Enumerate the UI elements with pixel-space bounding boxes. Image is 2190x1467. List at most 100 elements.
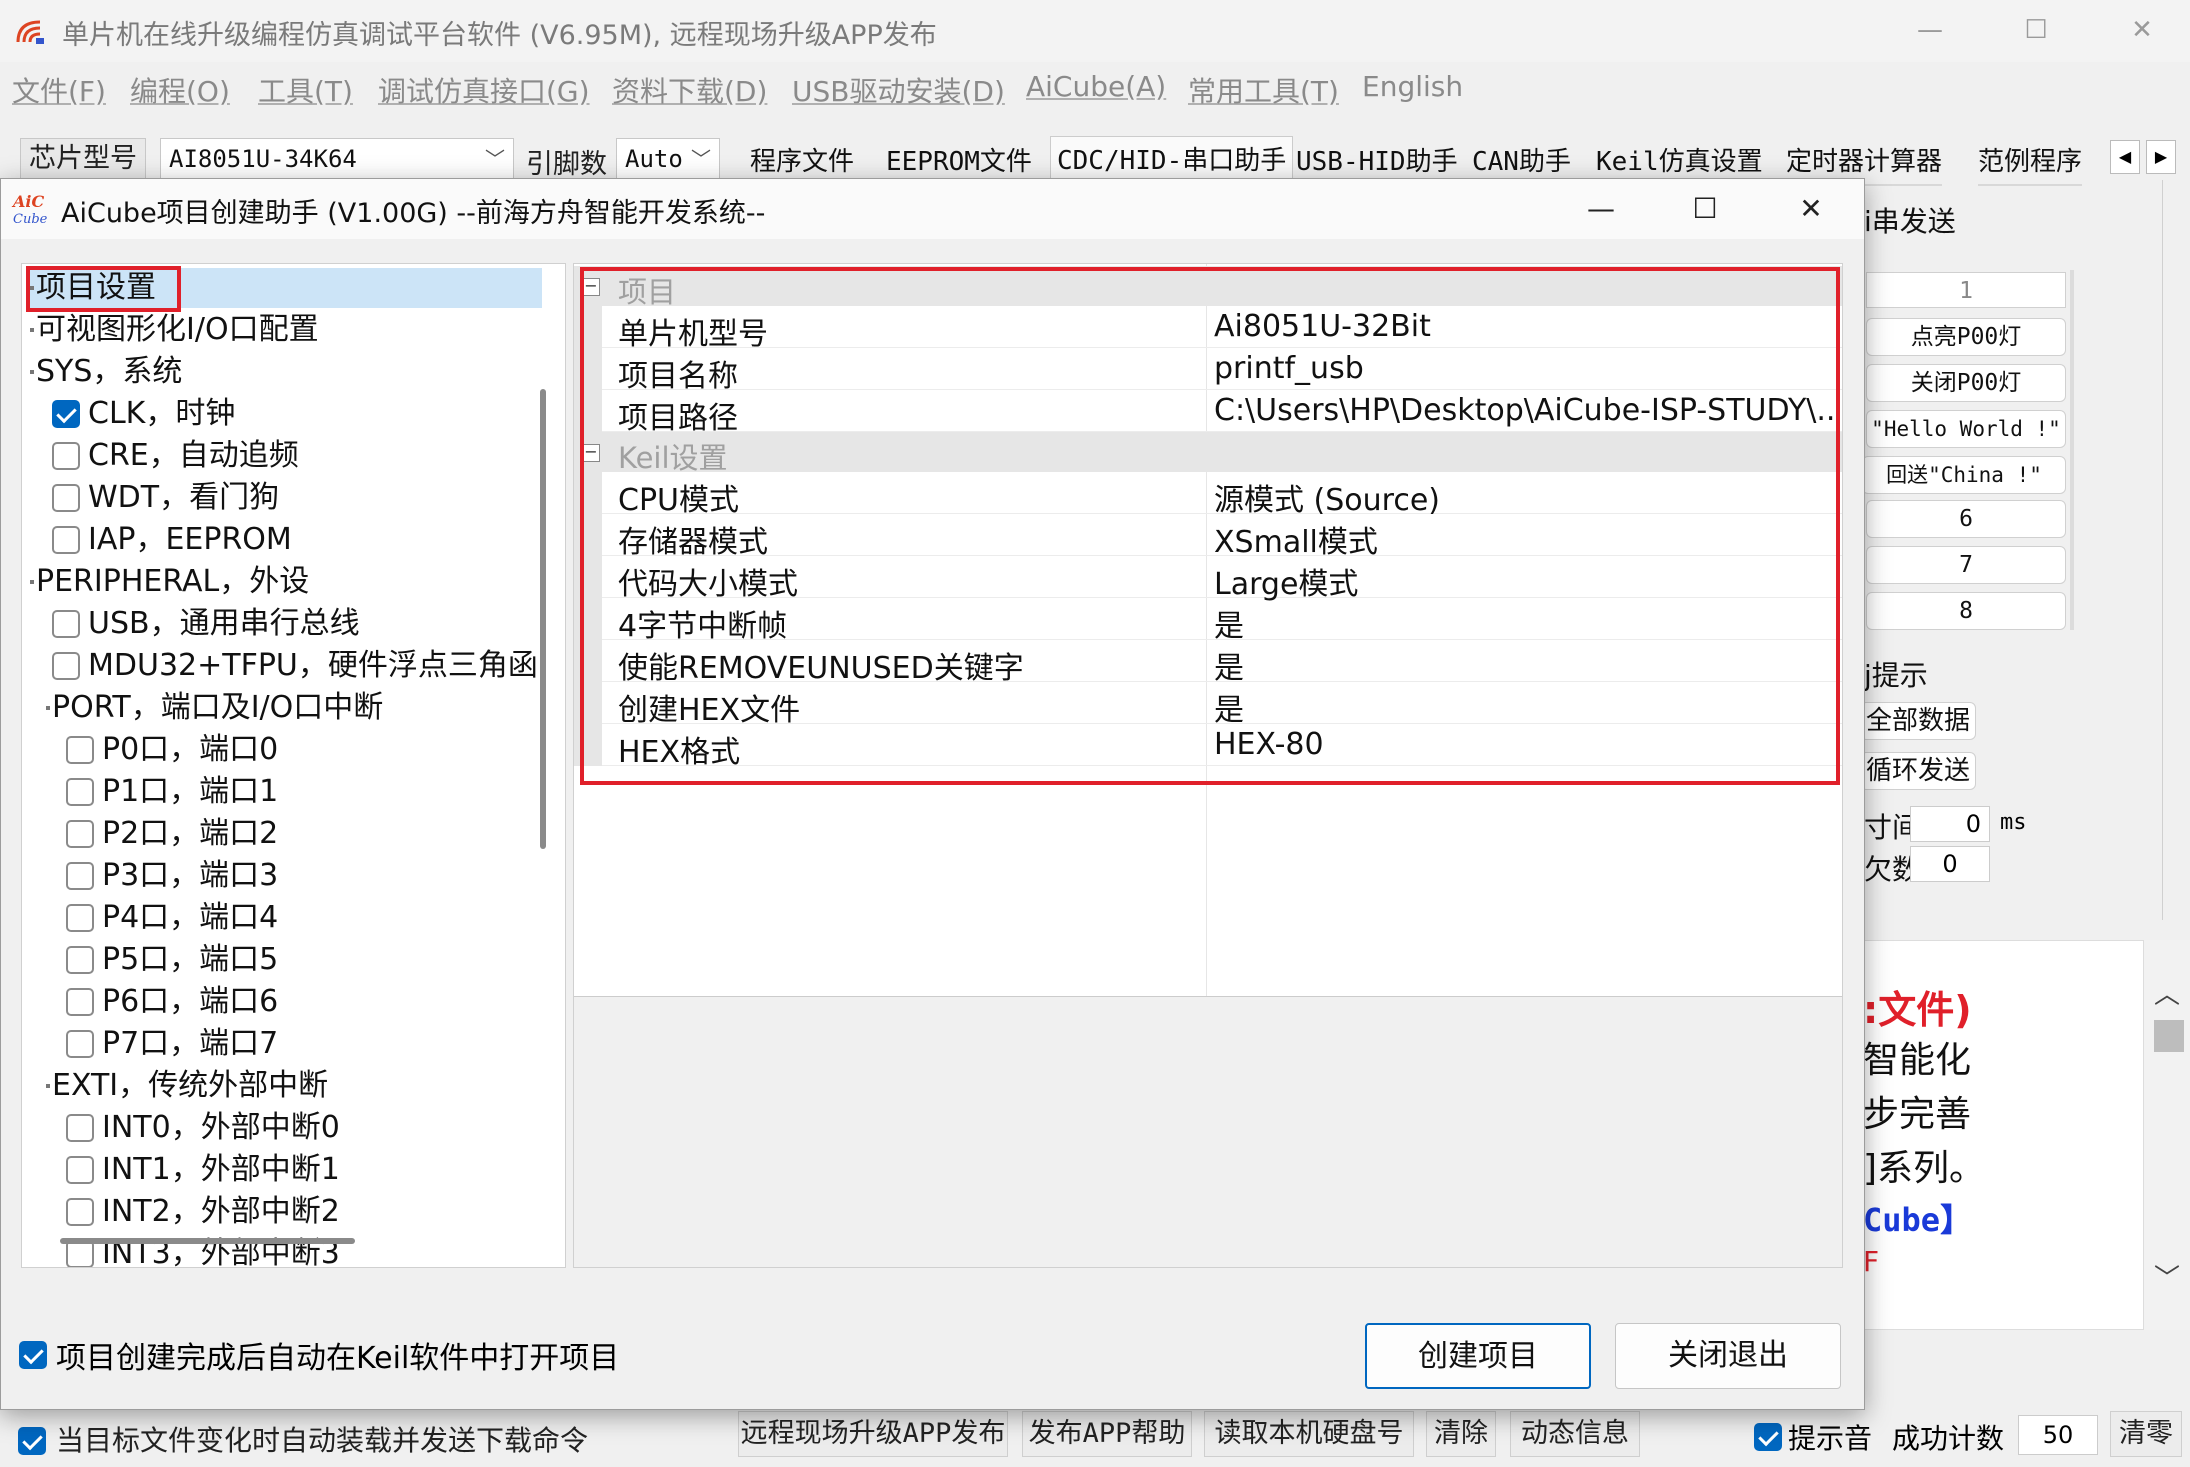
tree-item-checkbox[interactable]: [66, 736, 94, 764]
tree-item[interactable]: INT0，外部中断0: [22, 1108, 542, 1148]
pin-count-select[interactable]: Auto ﹀: [616, 138, 720, 180]
tree-item[interactable]: P3口，端口3: [22, 856, 542, 896]
tree-item-checkbox[interactable]: [52, 526, 80, 554]
tree-item[interactable]: CRE，自动追频: [22, 436, 542, 476]
property-category[interactable]: − 项目: [574, 266, 1842, 309]
tree-item-checkbox[interactable]: [52, 484, 80, 512]
tree-item-checkbox[interactable]: [52, 442, 80, 470]
menu-file[interactable]: 文件(F): [12, 70, 106, 110]
tree-item[interactable]: CLK，时钟: [22, 394, 542, 434]
property-row[interactable]: 单片机型号 Ai8051U-32Bit: [574, 306, 1842, 352]
send-button-2[interactable]: 点亮P00灯: [1866, 318, 2066, 356]
tree-vertical-scrollbar[interactable]: [540, 389, 546, 849]
tree-item-checkbox[interactable]: [66, 1156, 94, 1184]
property-row[interactable]: 4字节中断帧 是: [574, 598, 1842, 644]
property-value[interactable]: Large模式: [1214, 559, 1836, 603]
tree-item-checkbox[interactable]: [66, 1030, 94, 1058]
tree-item[interactable]: INT2，外部中断2: [22, 1192, 542, 1232]
info-text-area[interactable]: :文件) 智能化 步完善 ]系列。 Cube】 F: [1862, 940, 2144, 1330]
scroll-down-icon[interactable]: ﹀: [2154, 1258, 2180, 1295]
tree-item-checkbox[interactable]: [66, 820, 94, 848]
menu-tools[interactable]: 工具(T): [258, 70, 353, 110]
publish-help-button[interactable]: 发布APP帮助: [1022, 1411, 1192, 1457]
property-value[interactable]: XSmall模式: [1214, 517, 1836, 561]
property-row[interactable]: HEX格式 HEX-80: [574, 724, 1842, 770]
send-button-7[interactable]: 7: [1866, 546, 2066, 584]
tree-item[interactable]: USB，通用串行总线: [22, 604, 542, 644]
menu-debug[interactable]: 调试仿真接口(G): [378, 70, 590, 110]
tab-examples[interactable]: 范例程序: [1978, 138, 2083, 186]
tree-item[interactable]: P5口，端口5: [22, 940, 542, 980]
tree-item[interactable]: MDU32+TFPU，硬件浮点三角函: [22, 646, 542, 686]
tree-item[interactable]: P0口，端口0: [22, 730, 542, 770]
tree-item-checkbox[interactable]: [66, 1198, 94, 1226]
tree-item-checkbox[interactable]: [66, 778, 94, 806]
tab-serial-assistant[interactable]: CDC/HID-串口助手: [1050, 136, 1294, 184]
tree-item[interactable]: INT1，外部中断1: [22, 1150, 542, 1190]
menu-aicube[interactable]: AiCube(A): [1026, 70, 1166, 103]
property-value[interactable]: HEX-80: [1214, 727, 1836, 762]
collapse-icon[interactable]: −: [582, 278, 600, 296]
tree-expander-icon[interactable]: [30, 328, 34, 332]
tree-item-checkbox[interactable]: [66, 988, 94, 1016]
tree-item[interactable]: IAP，EEPROM: [22, 520, 542, 560]
tree-item[interactable]: EXTI，传统外部中断: [22, 1066, 542, 1106]
tree-item-checkbox[interactable]: [52, 652, 80, 680]
menu-downloads[interactable]: 资料下载(D): [612, 70, 767, 110]
clear-button[interactable]: 清除: [1426, 1411, 1496, 1457]
info-scrollbar[interactable]: ︿ ﹀: [2144, 940, 2190, 1330]
property-row[interactable]: 项目路径 C:\Users\HP\Desktop\AiCube-ISP-STUDY…: [574, 390, 1842, 436]
tree-item-checkbox[interactable]: [52, 610, 80, 638]
tab-scroll-left-icon[interactable]: ◀: [2110, 140, 2140, 174]
chip-model-select[interactable]: AI8051U-34K64 ﹀: [160, 138, 514, 180]
scroll-thumb[interactable]: [2154, 1020, 2184, 1052]
tree-expander-icon[interactable]: [46, 706, 50, 710]
loop-send-button[interactable]: 循环发送: [1860, 752, 1976, 790]
tree-item[interactable]: P1口，端口1: [22, 772, 542, 812]
menu-usb-driver[interactable]: USB驱动安装(D): [792, 70, 1005, 110]
property-value[interactable]: printf_usb: [1214, 351, 1836, 386]
menu-program[interactable]: 编程(O): [130, 70, 230, 110]
send-button-1[interactable]: 1: [1866, 272, 2066, 308]
tree-item[interactable]: SYS，系统: [22, 352, 542, 392]
create-project-button[interactable]: 创建项目: [1365, 1323, 1591, 1389]
all-data-button[interactable]: 全部数据: [1860, 702, 1976, 740]
send-list-scrollbar[interactable]: [2070, 270, 2074, 630]
tree-item[interactable]: P7口，端口7: [22, 1024, 542, 1064]
tree-item-checkbox[interactable]: [66, 862, 94, 890]
dialog-close-button[interactable]: ✕: [1781, 187, 1841, 231]
tree-expander-icon[interactable]: [30, 370, 34, 374]
main-minimize-button[interactable]: —: [1900, 10, 1960, 50]
property-value[interactable]: 是: [1214, 685, 1836, 729]
main-close-button[interactable]: ✕: [2112, 10, 2172, 50]
tree-horizontal-scrollbar[interactable]: [60, 1238, 355, 1244]
dialog-maximize-button[interactable]: ☐: [1675, 187, 1735, 231]
tree-item[interactable]: P6口，端口6: [22, 982, 542, 1022]
dynamic-info-button[interactable]: 动态信息: [1510, 1411, 1640, 1457]
tree-item[interactable]: P2口，端口2: [22, 814, 542, 854]
property-value[interactable]: Ai8051U-32Bit: [1214, 309, 1836, 344]
property-value[interactable]: 是: [1214, 643, 1836, 687]
main-maximize-button[interactable]: ☐: [2006, 10, 2066, 50]
tree-item[interactable]: P4口，端口4: [22, 898, 542, 938]
property-value[interactable]: 是: [1214, 601, 1836, 645]
menu-english[interactable]: English: [1362, 70, 1463, 103]
tree-expander-icon[interactable]: [30, 286, 34, 290]
auto-open-keil-checkbox[interactable]: [19, 1341, 47, 1369]
property-value[interactable]: C:\Users\HP\Desktop\AiCube-ISP-STUDY\...: [1214, 393, 1836, 428]
send-button-6[interactable]: 6: [1866, 500, 2066, 538]
tree-item-checkbox[interactable]: [66, 904, 94, 932]
send-button-5[interactable]: 回送"China !": [1862, 456, 2066, 494]
menu-common-tools[interactable]: 常用工具(T): [1188, 70, 1339, 110]
property-row[interactable]: 存储器模式 XSmall模式: [574, 514, 1842, 560]
count-input[interactable]: 0: [1910, 846, 1990, 882]
auto-load-checkbox[interactable]: [18, 1427, 46, 1455]
property-row[interactable]: 创建HEX文件 是: [574, 682, 1842, 728]
tree-item[interactable]: PORT，端口及I/O口中断: [22, 688, 542, 728]
remote-upgrade-button[interactable]: 远程现场升级APP发布: [738, 1411, 1008, 1457]
tree-expander-icon[interactable]: [30, 580, 34, 584]
read-disk-id-button[interactable]: 读取本机硬盘号: [1204, 1411, 1414, 1457]
send-button-4[interactable]: "Hello World !": [1866, 410, 2066, 448]
tree-item-checkbox[interactable]: [66, 946, 94, 974]
send-button-3[interactable]: 关闭P00灯: [1866, 364, 2066, 402]
